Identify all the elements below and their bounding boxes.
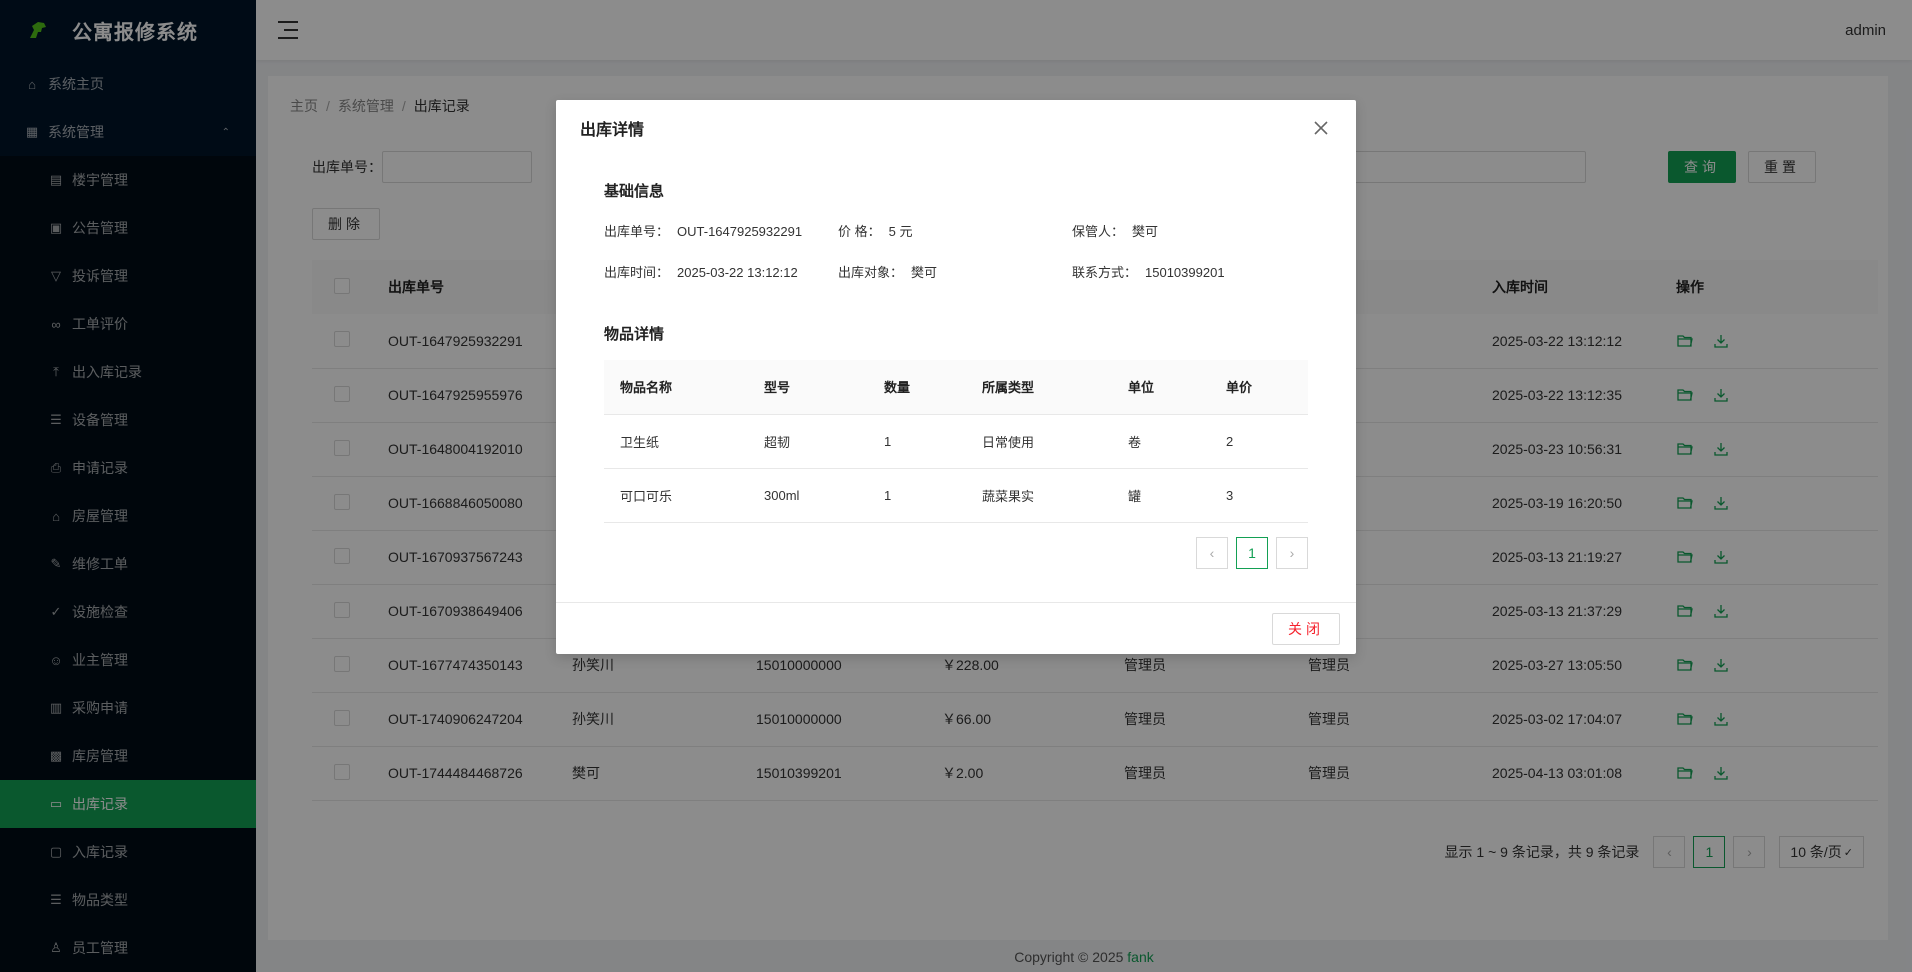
items-row: 卫生纸 超韧 1 日常使用卷 2 — [604, 414, 1308, 469]
items-cell: 卫生纸 — [604, 414, 748, 469]
info-label: 价 格： — [838, 224, 881, 239]
info-value: 5 元 — [888, 224, 913, 239]
items-column-header: 单价 — [1210, 360, 1308, 415]
close-icon[interactable] — [1310, 117, 1332, 139]
items-column-header: 单位 — [1112, 360, 1210, 415]
items-cell: 超韧 — [748, 414, 868, 469]
info-keeper: 保管人： 樊可 — [1072, 221, 1306, 240]
info-value: 樊可 — [1132, 224, 1159, 239]
items-column-header: 物品名称 — [604, 360, 748, 415]
info-out-no: 出库单号： OUT-1647925932291 — [604, 221, 838, 240]
items-table: 物品名称 型号 数量 所属类型 单位 单价 卫生纸 超韧 1 日常使用卷 2 可口可乐 30… — [604, 360, 1308, 523]
info-price: 价 格： 5 元 — [838, 221, 1072, 240]
info-value: OUT-1647925932291 — [677, 224, 803, 239]
basic-info-title: 基础信息 — [604, 183, 665, 200]
info-value: 15010399201 — [1145, 265, 1225, 280]
items-header-row: 物品名称 型号 数量 所属类型 单位 单价 — [604, 360, 1308, 415]
items-pagination: ‹ 1 › — [604, 536, 1308, 569]
close-button[interactable]: 关闭 — [1272, 612, 1340, 645]
items-cell: 1 — [868, 414, 966, 469]
items-cell: 蔬菜果实 — [966, 468, 1112, 523]
items-cell: 2 — [1210, 414, 1308, 469]
modal-footer: 关闭 — [556, 602, 1356, 654]
items-cell: 可口可乐 — [604, 468, 748, 523]
basic-info-grid: 出库单号： OUT-1647925932291 价 格： 5 元 保管人： 樊可 出库… — [604, 221, 1308, 281]
items-cell: 卷 — [1112, 414, 1210, 469]
items-title: 物品详情 — [604, 326, 665, 343]
info-label: 出库单号： — [604, 224, 670, 239]
modal-body: 基础信息 出库单号： OUT-1647925932291 价 格： 5 元 保管人：… — [556, 156, 1356, 602]
items-cell: 3 — [1210, 468, 1308, 523]
prev-page-icon[interactable]: ‹ — [1196, 536, 1228, 569]
items-row: 可口可乐 300ml 1 蔬菜果实罐 3 — [604, 468, 1308, 523]
items-cell: 1 — [868, 468, 966, 523]
info-value: 樊可 — [911, 265, 938, 280]
items-column-header: 所属类型 — [966, 360, 1112, 415]
info-value: 2025-03-22 13:12:12 — [677, 265, 798, 280]
out-detail-modal: 出库详情 基础信息 出库单号： OUT-1647925932291 价 格： 5 元… — [556, 100, 1356, 654]
info-label: 出库对象： — [838, 265, 904, 280]
info-target: 出库对象： 樊可 — [838, 262, 1072, 281]
info-label: 联系方式： — [1072, 265, 1138, 280]
items-cell: 罐 — [1112, 468, 1210, 523]
modal-header: 出库详情 — [556, 100, 1356, 156]
next-page-icon[interactable]: › — [1276, 536, 1308, 569]
page-number[interactable]: 1 — [1236, 536, 1268, 569]
info-time: 出库时间： 2025-03-22 13:12:12 — [604, 262, 838, 281]
items-column-header: 数量 — [868, 360, 966, 415]
items-cell: 300ml — [748, 468, 868, 523]
items-cell: 日常使用 — [966, 414, 1112, 469]
info-contact: 联系方式： 15010399201 — [1072, 262, 1306, 281]
items-column-header: 型号 — [748, 360, 868, 415]
info-label: 出库时间： — [604, 265, 670, 280]
modal-title: 出库详情 — [580, 122, 645, 139]
info-label: 保管人： — [1072, 224, 1125, 239]
